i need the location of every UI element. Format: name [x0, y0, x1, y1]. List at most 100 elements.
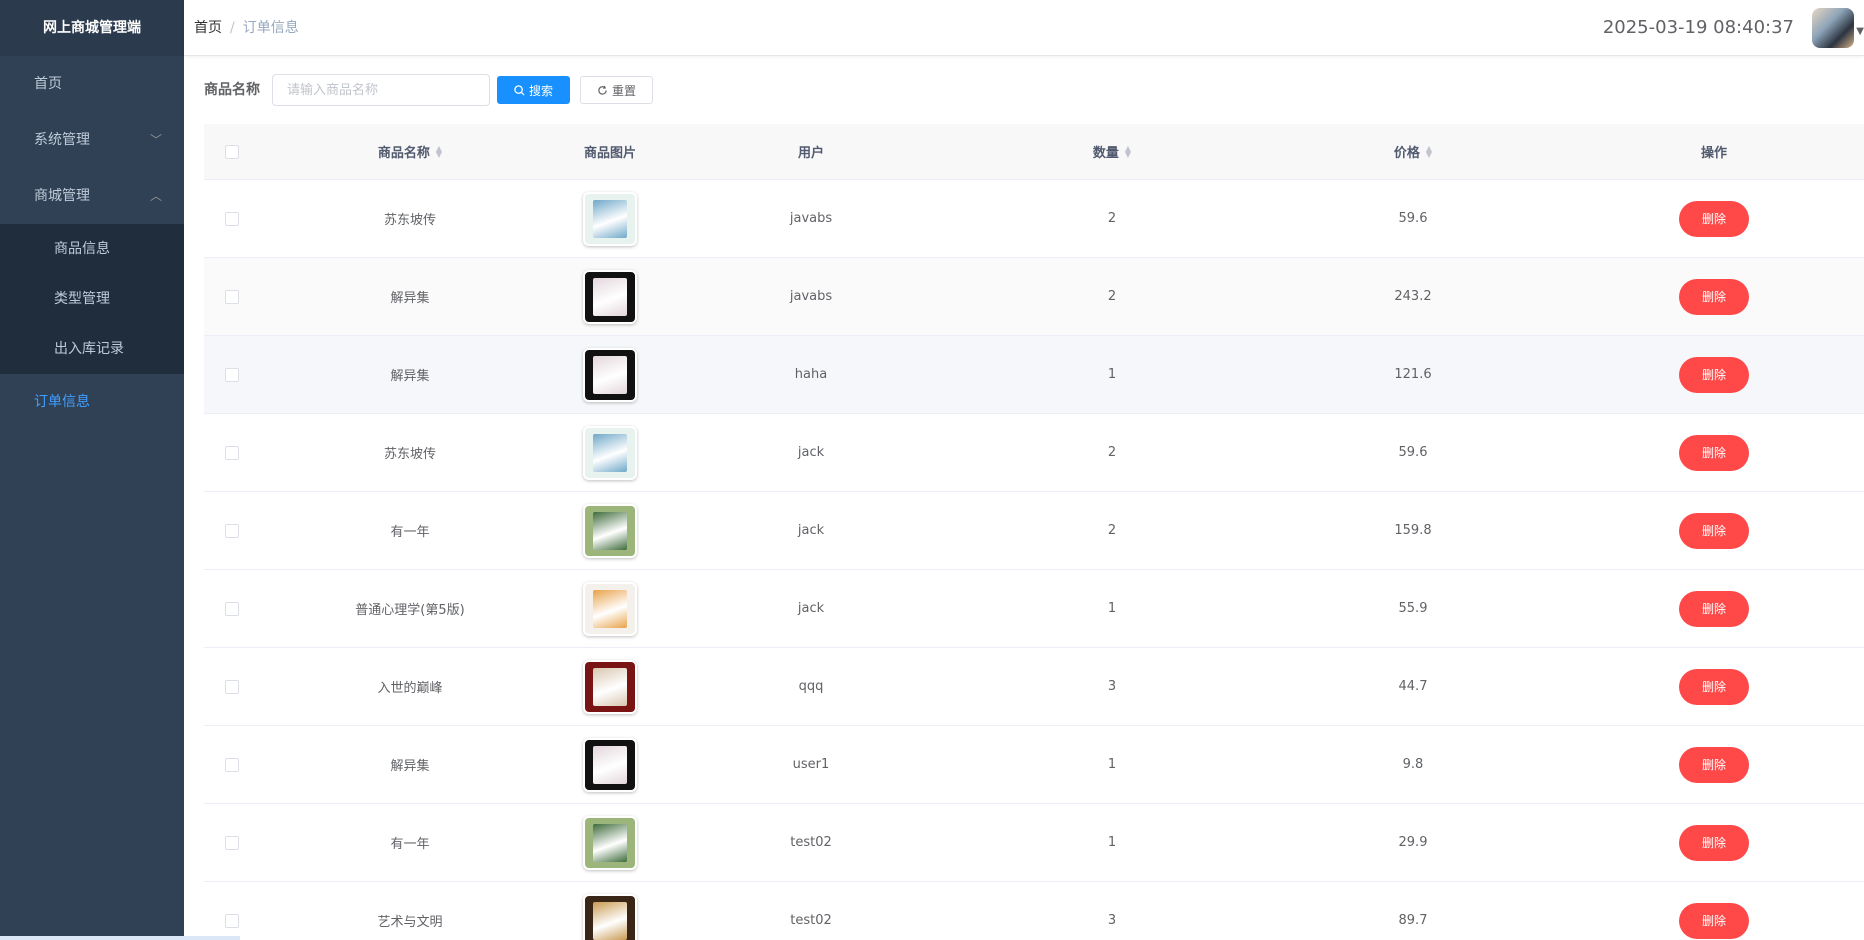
sort-icon[interactable]: ▲ ▼ [1426, 144, 1432, 158]
product-image[interactable] [583, 815, 637, 870]
table-row[interactable]: 入世的巅峰 qqq 3 44.7 删除 [204, 648, 1864, 726]
sidebar-item-system[interactable]: 系统管理 ﹀ [0, 112, 184, 168]
breadcrumb-home[interactable]: 首页 [194, 20, 222, 36]
delete-button[interactable]: 删除 [1679, 200, 1749, 237]
table-row[interactable]: 艺术与文明 test02 3 89.7 删除 [204, 882, 1864, 940]
actions-cell: 删除 [1564, 590, 1864, 627]
product-image[interactable] [583, 893, 637, 940]
header-price[interactable]: 价格 ▲ ▼ [1262, 142, 1564, 161]
delete-button[interactable]: 删除 [1679, 824, 1749, 861]
product-name: 解异集 [390, 291, 430, 306]
product-name: 苏东坡传 [383, 213, 436, 228]
table-row[interactable]: 解异集 javabs 2 243.2 删除 [204, 258, 1864, 336]
header-product-name[interactable]: 商品名称 ▲ ▼ [260, 142, 560, 161]
sidebar-item-label: 系统管理 [34, 132, 90, 148]
product-image[interactable] [583, 191, 637, 246]
table-row[interactable]: 苏东坡传 javabs 2 59.6 删除 [204, 180, 1864, 258]
sort-icon[interactable]: ▲ ▼ [1125, 144, 1131, 158]
product-name: 入世的巅峰 [377, 681, 443, 696]
product-image-cell [560, 347, 660, 402]
actions-cell: 删除 [1564, 278, 1864, 315]
search-button[interactable]: 搜索 [497, 76, 570, 104]
row-checkbox[interactable] [225, 367, 239, 382]
refresh-icon [598, 85, 607, 95]
caret-down-icon[interactable]: ▼ [1856, 26, 1864, 37]
product-image-cell [560, 191, 660, 246]
table-row[interactable]: 解异集 user1 1 9.8 删除 [204, 726, 1864, 804]
row-checkbox[interactable] [225, 289, 239, 304]
delete-button[interactable]: 删除 [1679, 512, 1749, 549]
row-checkbox[interactable] [225, 757, 239, 772]
table-row[interactable]: 有一年 test02 1 29.9 删除 [204, 804, 1864, 882]
row-checkbox[interactable] [225, 835, 239, 850]
column-label: 商品名称 [377, 146, 430, 161]
product-name: 有一年 [390, 525, 430, 540]
delete-button[interactable]: 删除 [1679, 590, 1749, 627]
delete-button[interactable]: 删除 [1679, 278, 1749, 315]
sidebar-item-mall[interactable]: 商城管理 ︿ [0, 168, 184, 224]
table-row[interactable]: 解异集 haha 1 121.6 删除 [204, 336, 1864, 414]
sidebar-item-stock-records[interactable]: 出入库记录 [0, 324, 184, 374]
user-name: javabs [789, 289, 833, 304]
product-image[interactable] [583, 269, 637, 324]
column-label: 用户 [797, 146, 824, 161]
product-image[interactable] [583, 425, 637, 480]
delete-button[interactable]: 删除 [1679, 434, 1749, 471]
search-input[interactable] [272, 74, 490, 106]
row-checkbox[interactable] [225, 523, 239, 538]
quantity: 1 [1107, 835, 1117, 850]
avatar[interactable] [1812, 8, 1854, 48]
row-checkbox[interactable] [225, 913, 239, 928]
actions-cell: 删除 [1564, 512, 1864, 549]
select-all-checkbox[interactable] [225, 144, 239, 159]
sidebar-item-home[interactable]: 首页 [0, 56, 184, 112]
header-quantity[interactable]: 数量 ▲ ▼ [962, 142, 1262, 161]
table-row[interactable]: 有一年 jack 2 159.8 删除 [204, 492, 1864, 570]
sidebar-item-types[interactable]: 类型管理 [0, 274, 184, 324]
user-name: qqq [798, 679, 824, 694]
sidebar-item-label: 类型管理 [54, 291, 110, 307]
row-select-cell [204, 679, 260, 694]
row-select-cell [204, 445, 260, 460]
price: 29.9 [1398, 835, 1428, 850]
price: 89.7 [1398, 913, 1428, 928]
reset-button[interactable]: 重置 [580, 76, 653, 104]
table-header: 商品名称 ▲ ▼ 商品图片 用户 数量 ▲ ▼ 价格 ▲ ▼ 操作 [204, 124, 1864, 180]
product-name: 解异集 [390, 369, 430, 384]
product-image[interactable] [583, 347, 637, 402]
sidebar-item-orders[interactable]: 订单信息 [0, 374, 184, 430]
product-image[interactable] [583, 737, 637, 792]
breadcrumb-current: 订单信息 [242, 20, 299, 36]
product-image[interactable] [583, 503, 637, 558]
actions-cell: 删除 [1564, 902, 1864, 939]
breadcrumb: 首页 / 订单信息 [194, 0, 299, 56]
row-checkbox[interactable] [225, 679, 239, 694]
product-image-cell [560, 581, 660, 636]
chevron-up-icon: ︿ [149, 189, 162, 203]
quantity: 2 [1107, 211, 1117, 226]
row-checkbox[interactable] [225, 601, 239, 616]
reset-button-label: 重置 [611, 83, 636, 98]
header-product-image: 商品图片 [560, 142, 660, 161]
sort-icon[interactable]: ▲ ▼ [436, 144, 442, 158]
product-image[interactable] [583, 659, 637, 714]
delete-button[interactable]: 删除 [1679, 746, 1749, 783]
actions-cell: 删除 [1564, 668, 1864, 705]
header-user: 用户 [660, 142, 962, 161]
delete-button[interactable]: 删除 [1679, 356, 1749, 393]
table-row[interactable]: 普通心理学(第5版) jack 1 55.9 删除 [204, 570, 1864, 648]
row-checkbox[interactable] [225, 211, 239, 226]
breadcrumb-separator: / [230, 20, 235, 36]
delete-button[interactable]: 删除 [1679, 902, 1749, 939]
delete-button[interactable]: 删除 [1679, 668, 1749, 705]
product-image[interactable] [583, 581, 637, 636]
table-body: 苏东坡传 javabs 2 59.6 删除 解异集 javabs 2 243.2 删除 解异集 hah… [204, 180, 1864, 940]
current-datetime: 2025-03-19 08:40:37 [1602, 17, 1794, 38]
product-image-cell [560, 425, 660, 480]
row-checkbox[interactable] [225, 445, 239, 460]
search-button-label: 搜索 [528, 83, 553, 98]
user-name: jack [797, 523, 825, 538]
sidebar-item-products[interactable]: 商品信息 [0, 224, 184, 274]
table-row[interactable]: 苏东坡传 jack 2 59.6 删除 [204, 414, 1864, 492]
price: 55.9 [1398, 601, 1428, 616]
